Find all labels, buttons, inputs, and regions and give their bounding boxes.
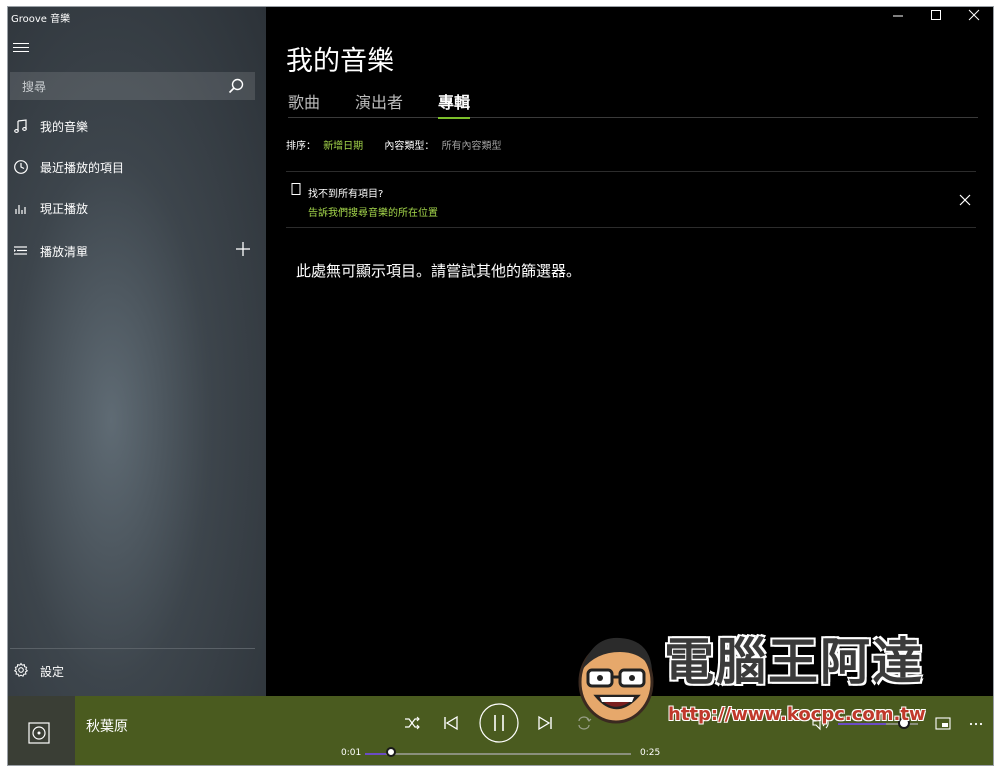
playlist-icon (14, 246, 27, 255)
next-track-icon[interactable] (536, 714, 554, 732)
search-input[interactable] (10, 72, 224, 102)
minimize-button[interactable] (879, 7, 917, 27)
pause-button[interactable] (478, 702, 520, 744)
sidebar-item-label: 最近播放的項目 (40, 161, 125, 175)
clock-icon (14, 160, 28, 174)
maximize-icon (931, 10, 941, 20)
sidebar-item-label: 現正播放 (40, 202, 89, 216)
sidebar-item-playlists[interactable]: 播放清單 (8, 233, 256, 269)
tab-bar: 歌曲 演出者 專輯 (288, 89, 978, 119)
sidebar: Groove 音樂 我的音樂 最近播放的項目 (8, 7, 266, 696)
settings-label: 設定 (40, 665, 65, 679)
settings-button[interactable]: 設定 (8, 655, 256, 685)
repeat-icon[interactable] (575, 714, 593, 732)
close-icon (968, 9, 980, 21)
album-art-icon (28, 722, 50, 744)
elapsed-time: 0:01 (341, 748, 362, 758)
window-controls (879, 7, 993, 27)
track-title[interactable]: 秋葉原 (86, 716, 128, 736)
total-time: 0:25 (640, 748, 661, 758)
sort-label: 排序： (286, 141, 316, 152)
sidebar-item-recent[interactable]: 最近播放的項目 (8, 149, 256, 185)
volume-icon[interactable] (811, 715, 831, 731)
more-options-icon[interactable] (968, 720, 984, 728)
search-box (10, 72, 255, 102)
divider (286, 227, 976, 228)
music-note-icon (14, 119, 27, 133)
sidebar-item-label: 播放清單 (40, 245, 89, 259)
app-title: Groove 音樂 (11, 14, 71, 25)
groove-window: Groove 音樂 我的音樂 最近播放的項目 (8, 7, 993, 765)
seek-bar[interactable] (365, 747, 631, 757)
minimize-icon (893, 15, 903, 17)
search-icon[interactable] (227, 77, 245, 95)
sort-bar: 排序： 新增日期 內容類型： 所有內容類型 (286, 137, 506, 152)
sidebar-item-my-music[interactable]: 我的音樂 (8, 108, 256, 144)
notice-title: 找不到所有項目? (308, 189, 384, 200)
gear-icon (13, 662, 29, 677)
empty-state-message: 此處無可顯示項目。請嘗試其他的篩選器。 (296, 262, 582, 280)
notice-link[interactable]: 告訴我們搜尋音樂的所在位置 (308, 204, 438, 219)
volume-level (838, 723, 886, 725)
close-window-button[interactable] (955, 7, 993, 27)
shuffle-icon[interactable] (403, 715, 421, 731)
dismiss-notice-icon[interactable] (958, 193, 972, 207)
add-playlist-icon[interactable] (233, 239, 253, 259)
previous-track-icon[interactable] (442, 714, 460, 732)
device-icon (291, 183, 301, 195)
maximize-button[interactable] (917, 7, 955, 27)
volume-thumb[interactable] (898, 717, 910, 729)
content-type-dropdown[interactable]: 所有內容類型 (442, 141, 502, 152)
player-bar: 秋葉原 0:01 0:25 (8, 696, 993, 765)
seek-thumb[interactable] (385, 747, 396, 757)
sidebar-divider (10, 648, 255, 649)
seek-progress (365, 753, 386, 755)
content-type-label: 內容類型： (384, 141, 435, 152)
volume-slider[interactable] (838, 717, 918, 729)
tab-songs[interactable]: 歌曲 (288, 89, 320, 113)
sidebar-item-label: 我的音樂 (40, 120, 89, 134)
equalizer-icon (15, 205, 26, 214)
tab-albums[interactable]: 專輯 (438, 89, 471, 119)
mini-player-icon[interactable] (935, 717, 951, 731)
album-art[interactable] (8, 696, 75, 765)
hamburger-menu-icon[interactable] (13, 40, 29, 54)
sort-dropdown[interactable]: 新增日期 (323, 141, 363, 152)
divider (286, 171, 976, 172)
tab-artists[interactable]: 演出者 (355, 89, 403, 113)
page-title: 我的音樂 (286, 46, 394, 77)
sidebar-item-now-playing[interactable]: 現正播放 (8, 190, 256, 226)
